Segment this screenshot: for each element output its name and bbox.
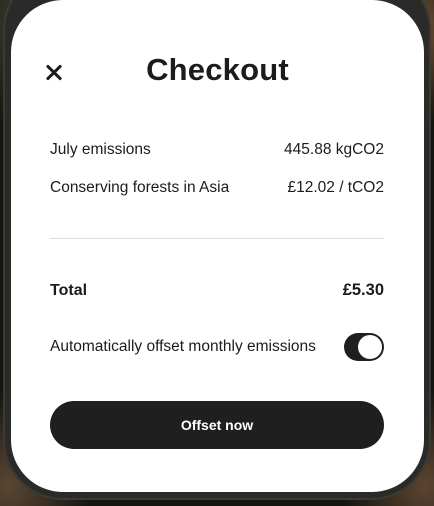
line-item-value: £12.02 / tCO2 — [287, 179, 384, 196]
line-item-value: 445.88 kgCO2 — [284, 141, 384, 158]
total-label: Total — [50, 281, 88, 299]
auto-offset-row: Automatically offset monthly emissions — [50, 333, 384, 361]
divider — [50, 238, 384, 239]
line-item-label: July emissions — [50, 141, 151, 158]
toggle-knob — [358, 335, 382, 359]
total-row: Total £5.30 — [50, 281, 384, 300]
offset-now-button[interactable]: Offset now — [50, 401, 384, 449]
line-item: July emissions 445.88 kgCO2 — [50, 141, 384, 159]
line-item-label: Conserving forests in Asia — [50, 179, 230, 196]
auto-offset-label: Automatically offset monthly emissions — [50, 338, 316, 355]
checkout-sheet: Checkout July emissions 445.88 kgCO2 Con… — [11, 0, 424, 492]
line-item: Conserving forests in Asia £12.02 / tCO2 — [50, 179, 384, 197]
auto-offset-toggle[interactable] — [344, 333, 384, 361]
page-title: Checkout — [146, 52, 289, 87]
total-value: £5.30 — [342, 281, 384, 299]
